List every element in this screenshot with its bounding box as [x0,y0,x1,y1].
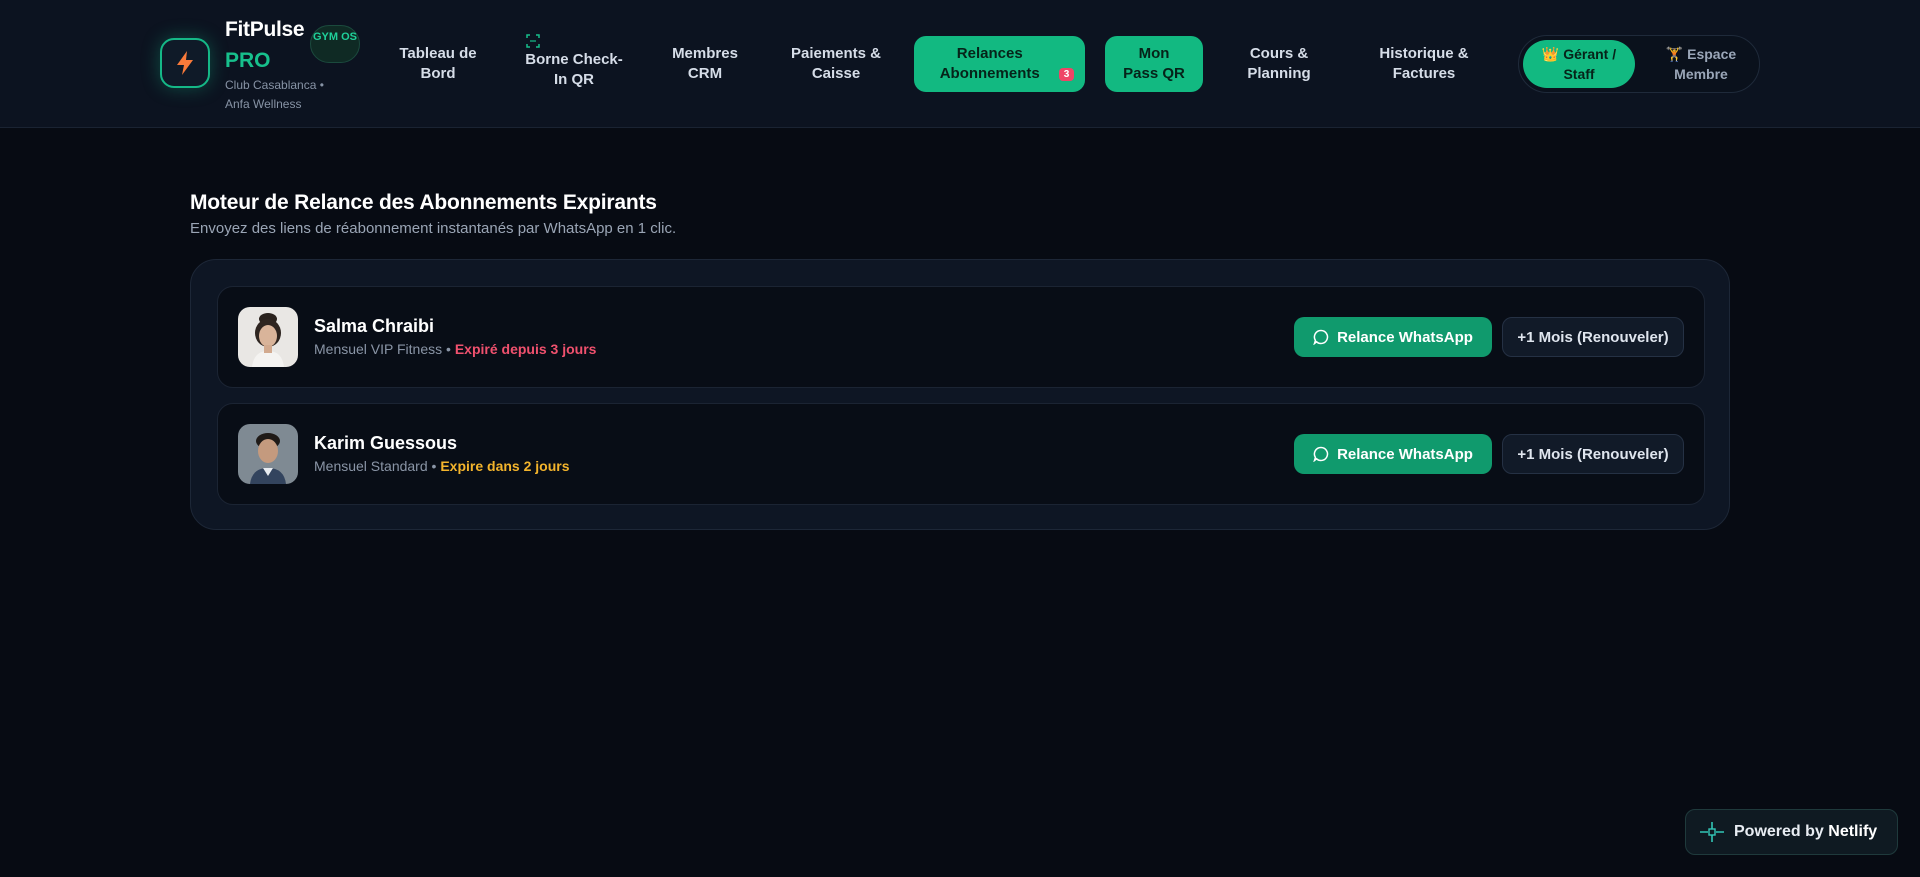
button-label: Relance WhatsApp [1337,445,1473,463]
lightning-icon [177,51,193,75]
whatsapp-reminder-button[interactable]: Relance WhatsApp [1294,434,1492,474]
renewal-list-panel: Salma Chraibi Mensuel VIP Fitness • Expi… [190,259,1730,530]
brand-name: FitPulse [225,18,305,41]
nav-label: Tableau de Bord [399,45,477,82]
nav-tableau-de-bord[interactable]: Tableau de Bord [392,36,484,92]
nav-label: Borne Check-In QR [525,51,623,88]
qr-scan-icon [526,34,540,48]
club-location: Club Casablanca • Anfa Wellness [225,78,324,111]
nav-label: Cours & Planning [1247,45,1311,82]
member-subscription-info: Mensuel Standard • Expire dans 2 jours [314,458,570,474]
brand-badge: GYM OS [310,25,360,63]
expiry-status: Expire dans 2 jours [440,458,570,474]
renew-one-month-button[interactable]: +1 Mois (Renouveler) [1502,434,1684,474]
notification-badge: 3 [1058,68,1075,81]
expiry-status: Expiré depuis 3 jours [454,341,597,357]
role-staff-toggle[interactable]: 👑 Gérant / Staff [1523,40,1635,88]
page-subtitle: Envoyez des liens de réabonnement instan… [190,220,677,237]
role-switch: 👑 Gérant / Staff 🏋 Espace Membre [1518,35,1760,93]
member-row: Salma Chraibi Mensuel VIP Fitness • Expi… [217,286,1705,388]
role-member-toggle[interactable]: 🏋 Espace Membre [1645,40,1757,88]
brand-tier: PRO [225,49,271,72]
button-label: +1 Mois (Renouveler) [1517,445,1669,463]
nav-borne-check-in-qr[interactable]: Borne Check-In QR [522,34,626,98]
member-name: Karim Guessous [314,433,458,453]
top-navigation-bar: FitPulse PRO GYM OS Club Casablanca • An… [0,0,1920,128]
button-label: +1 Mois (Renouveler) [1517,328,1669,346]
nav-label: Historique & Factures [1379,45,1469,82]
chat-bubble-icon [1313,446,1329,462]
button-label: Relance WhatsApp [1337,328,1473,346]
nav-label: Membres CRM [672,45,738,82]
nav-relances-abonnements[interactable]: Relances Abonnements 3 [914,36,1085,92]
nav-cours-planning[interactable]: Cours & Planning [1236,36,1322,92]
nav-mon-pass-qr[interactable]: Mon Pass QR [1105,36,1203,92]
netlify-logo-icon [1700,822,1724,842]
powered-by-netlify-badge[interactable]: Powered by Netlify [1685,809,1898,855]
role-staff-label: 👑 Gérant / Staff [1541,46,1617,82]
separator: • [427,458,441,474]
separator: • [442,341,455,357]
nav-membres-crm[interactable]: Membres CRM [664,36,746,92]
member-name: Salma Chraibi [314,316,435,336]
member-plan: Mensuel VIP Fitness [314,341,443,357]
member-plan: Mensuel Standard [314,458,428,474]
page-title: Moteur de Relance des Abonnements Expira… [190,191,657,214]
chat-bubble-icon [1313,329,1329,345]
member-row: Karim Guessous Mensuel Standard • Expire… [217,403,1705,505]
avatar [238,424,298,484]
whatsapp-reminder-button[interactable]: Relance WhatsApp [1294,317,1492,357]
brand-logo[interactable] [160,38,210,88]
nav-historique-factures[interactable]: Historique & Factures [1370,36,1478,92]
powered-by-label: Powered by Netlify [1734,823,1878,840]
renew-one-month-button[interactable]: +1 Mois (Renouveler) [1502,317,1684,357]
nav-label: Relances Abonnements 3 [925,44,1075,84]
nav-label: Mon Pass QR [1123,45,1185,82]
member-subscription-info: Mensuel VIP Fitness • Expiré depuis 3 jo… [314,341,596,357]
nav-label: Paiements & Caisse [790,45,882,82]
role-member-label: 🏋 Espace Membre [1665,46,1737,82]
nav-paiements-caisse[interactable]: Paiements & Caisse [784,36,888,92]
avatar [238,307,298,367]
